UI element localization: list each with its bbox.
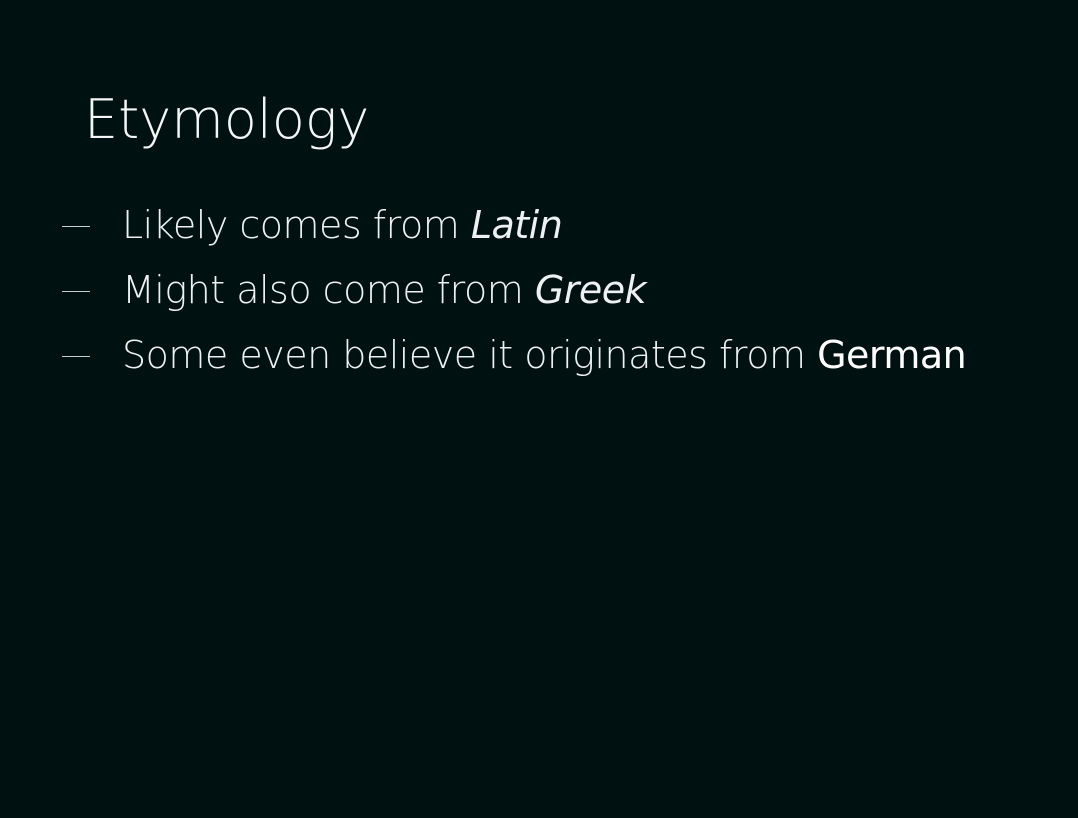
bullet-body: Might also come from	[122, 267, 535, 312]
bullet-item: Might also come from Greek	[62, 257, 966, 322]
bullet-emphasis: German	[817, 332, 967, 377]
bullet-text: Some even believe it originates from Ger…	[122, 332, 967, 377]
bullet-item: Some even believe it originates from Ger…	[62, 322, 967, 387]
bullet-emphasis: Greek	[534, 267, 647, 312]
dash-bullet-icon	[62, 356, 90, 357]
bullet-item: Likely comes from Latin	[62, 192, 966, 257]
slide-title: Etymology	[84, 88, 370, 151]
bullet-body: Some even believe it originates from	[122, 332, 818, 377]
dash-bullet-icon	[62, 226, 90, 227]
slide: Etymology Likely comes from Latin Might …	[0, 0, 1078, 818]
bullet-body: Likely comes from	[122, 202, 471, 247]
bullet-text: Might also come from Greek	[122, 267, 647, 312]
bullet-list: Likely comes from Latin Might also come …	[62, 192, 967, 387]
bullet-emphasis: Latin	[470, 202, 563, 247]
dash-bullet-icon	[62, 291, 90, 292]
bullet-text: Likely comes from Latin	[122, 202, 563, 247]
